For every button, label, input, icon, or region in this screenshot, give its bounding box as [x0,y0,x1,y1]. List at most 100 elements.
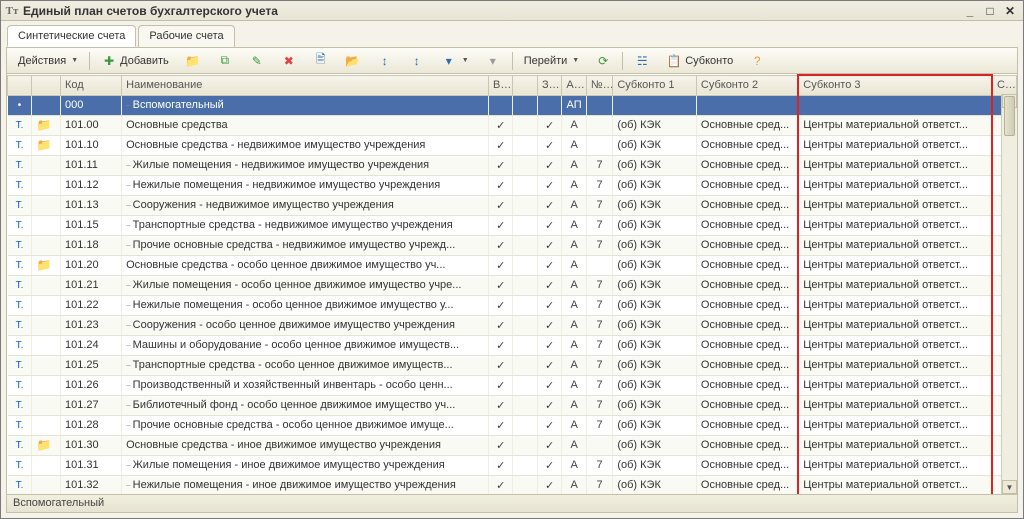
table-row[interactable]: •000⎯ВспомогательныйАП [8,95,1017,115]
sub1-cell: (об) КЭК [613,195,697,215]
col-z[interactable]: З... [537,75,561,95]
empty-cell [513,115,537,135]
table-row[interactable]: Т.📁101.20Основные средства - особо ценно… [8,255,1017,275]
close-button[interactable]: ✕ [1001,4,1019,18]
table-row[interactable]: Т.101.13⎯Сооружения - недвижимое имущест… [8,195,1017,215]
table-row[interactable]: Т.101.24⎯Машины и оборудование - особо ц… [8,335,1017,355]
z-cell: ✓ [537,375,561,395]
sub3-cell: Центры материальной ответст... [798,475,992,494]
actions-menu[interactable]: Действия▼ [11,51,85,71]
help-button[interactable]: ? [742,51,772,71]
n-cell: 7 [586,375,612,395]
refresh-button[interactable]: ⟳ [588,51,618,71]
col-name[interactable]: Наименование [122,75,489,95]
n-cell [586,255,612,275]
code-cell: 101.18 [60,235,121,255]
col-idx[interactable] [8,75,32,95]
sub2-cell: Основные сред... [696,435,798,455]
v-cell [489,95,513,115]
sub2-cell: Основные сред... [696,315,798,335]
edit-button[interactable]: ✎ [242,51,272,71]
v-cell: ✓ [489,415,513,435]
col-c[interactable]: С... [992,75,1017,95]
sub2-cell: Основные сред... [696,475,798,494]
col-a[interactable]: А... [562,75,586,95]
maximize-button[interactable]: □ [981,4,999,18]
col-empty[interactable] [513,75,537,95]
table-row[interactable]: Т.101.22⎯Нежилые помещения - особо ценно… [8,295,1017,315]
a-cell: А [562,155,586,175]
table-row[interactable]: Т.101.31⎯Жилые помещения - иное движимое… [8,455,1017,475]
folder-icon: 📁 [36,138,51,152]
sub3-cell: Центры материальной ответст... [798,195,992,215]
filter-button[interactable]: ▾▼ [434,51,476,71]
sub3-cell: Центры материальной ответст... [798,335,992,355]
table-row[interactable]: Т.101.11⎯Жилые помещения - недвижимое им… [8,155,1017,175]
scroll-thumb[interactable] [1004,96,1015,136]
add-button[interactable]: ✚Добавить [94,51,176,71]
n-cell: 7 [586,415,612,435]
z-cell: ✓ [537,275,561,295]
subaccount-button[interactable]: 📋Субконто [659,51,740,71]
journal-button[interactable]: ☵ [627,51,657,71]
col-n[interactable]: №... [586,75,612,95]
col-code[interactable]: Код [60,75,121,95]
col-v[interactable]: В... [489,75,513,95]
col-sub2[interactable]: Субконто 2 [696,75,798,95]
col-sub1[interactable]: Субконто 1 [613,75,697,95]
col-folder[interactable] [32,75,61,95]
sub2-cell: Основные сред... [696,135,798,155]
code-cell: 101.11 [60,155,121,175]
table-row[interactable]: Т.101.12⎯Нежилые помещения - недвижимое … [8,175,1017,195]
move-button[interactable]: 📂 [338,51,368,71]
folder-cell [32,375,61,395]
goto-menu[interactable]: Перейти▼ [517,51,587,71]
table-row[interactable]: Т.101.27⎯Библиотечный фонд - особо ценно… [8,395,1017,415]
z-cell: ✓ [537,175,561,195]
table-row[interactable]: Т.101.18⎯Прочие основные средства - недв… [8,235,1017,255]
table-row[interactable]: Т.📁101.00Основные средства✓✓А(об) КЭКОсн… [8,115,1017,135]
row-type-icon: Т. [8,435,32,455]
titlebar: Тт Единый план счетов бухгалтерского уче… [1,1,1023,21]
col-sub3[interactable]: Субконто 3 [798,75,992,95]
sub1-cell: (об) КЭК [613,355,697,375]
table-row[interactable]: Т.📁101.30Основные средства - иное движим… [8,435,1017,455]
sub3-cell: Центры материальной ответст... [798,115,992,135]
table-row[interactable]: Т.📁101.10Основные средства - недвижимое … [8,135,1017,155]
sort-asc-button[interactable]: ↕ [370,51,400,71]
row-type-icon: Т. [8,295,32,315]
sub2-cell: Основные сред... [696,335,798,355]
name-cell: ⎯Нежилые помещения - недвижимое имуществ… [122,175,489,195]
add-group-button[interactable]: 📁 [178,51,208,71]
table-row[interactable]: Т.101.26⎯Производственный и хозяйственны… [8,375,1017,395]
name-cell: ⎯Сооружения - особо ценное движимое имущ… [122,315,489,335]
code-cell: 101.15 [60,215,121,235]
table-row[interactable]: Т.101.28⎯Прочие основные средства - особ… [8,415,1017,435]
row-type-icon: Т. [8,115,32,135]
scroll-down-icon[interactable]: ▼ [1002,480,1017,494]
row-type-icon: Т. [8,215,32,235]
tab-working[interactable]: Рабочие счета [138,25,234,47]
sub3-cell: Центры материальной ответст... [798,215,992,235]
table-row[interactable]: Т.101.25⎯Транспортные средства - особо ц… [8,355,1017,375]
vertical-scrollbar[interactable]: ▲ ▼ [1001,94,1017,494]
chevron-down-icon: ▼ [462,57,469,64]
clear-filter-button[interactable]: ▾ [478,51,508,71]
delete-button[interactable]: ✖ [274,51,304,71]
name-cell: Основные средства - особо ценное движимо… [122,255,489,275]
sub1-cell: (об) КЭК [613,415,697,435]
copy-button[interactable]: ⧉ [210,51,240,71]
code-cell: 101.13 [60,195,121,215]
accounts-table: Код Наименование В... З... А... №... Суб… [7,74,1017,494]
sort-desc-button[interactable]: ↕ [402,51,432,71]
tab-synthetic[interactable]: Синтетические счета [7,25,136,47]
v-cell: ✓ [489,375,513,395]
hierarchy-button[interactable]: 🖹 [306,51,336,71]
table-row[interactable]: Т.101.23⎯Сооружения - особо ценное движи… [8,315,1017,335]
table-row[interactable]: Т.101.21⎯Жилые помещения - особо ценное … [8,275,1017,295]
table-row[interactable]: Т.101.32⎯Нежилые помещения - иное движим… [8,475,1017,494]
v-cell: ✓ [489,135,513,155]
v-cell: ✓ [489,455,513,475]
table-row[interactable]: Т.101.15⎯Транспортные средства - недвижи… [8,215,1017,235]
minimize-button[interactable]: _ [961,4,979,18]
